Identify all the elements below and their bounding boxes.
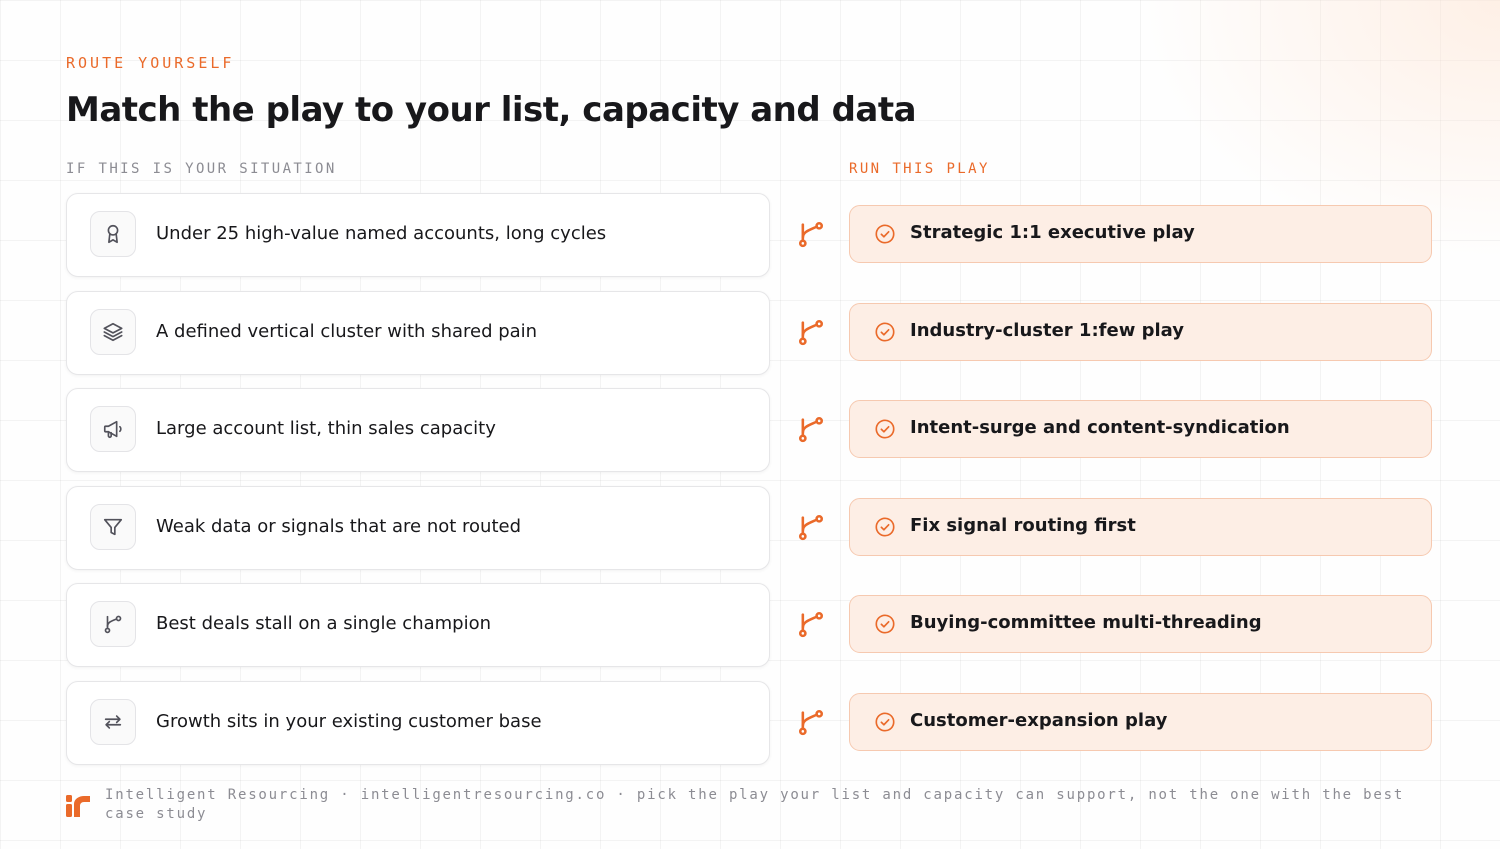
route-row: Large account list, thin sales capacity … xyxy=(0,388,1500,472)
situation-column-heading: IF THIS IS YOUR SITUATION xyxy=(66,161,337,177)
play-card: Fix signal routing first xyxy=(849,498,1432,556)
situation-card: Weak data or signals that are not routed xyxy=(66,486,770,570)
route-row: Best deals stall on a single champion Bu… xyxy=(0,583,1500,667)
route-row: Growth sits in your existing customer ba… xyxy=(0,681,1500,765)
situation-card: Best deals stall on a single champion xyxy=(66,583,770,667)
play-text: Industry-cluster 1:few play xyxy=(910,320,1184,341)
repeat-icon xyxy=(90,699,136,745)
check-circle-icon xyxy=(874,321,896,343)
check-circle-icon xyxy=(874,516,896,538)
check-circle-icon xyxy=(874,418,896,440)
situation-card: Growth sits in your existing customer ba… xyxy=(66,681,770,765)
branch-icon xyxy=(90,601,136,647)
route-row: Under 25 high-value named accounts, long… xyxy=(0,193,1500,277)
route-arrow-icon xyxy=(797,610,825,638)
situation-text: Best deals stall on a single champion xyxy=(156,613,492,634)
situation-text: Weak data or signals that are not routed xyxy=(156,516,522,537)
play-card: Intent-surge and content-syndication xyxy=(849,400,1432,458)
check-circle-icon xyxy=(874,711,896,733)
play-text: Buying-committee multi-threading xyxy=(910,612,1262,633)
footer-text: Intelligent Resourcing · intelligentreso… xyxy=(105,787,1405,822)
play-text: Fix signal routing first xyxy=(910,515,1136,536)
play-card: Buying-committee multi-threading xyxy=(849,595,1432,653)
play-text: Intent-surge and content-syndication xyxy=(910,417,1290,438)
route-arrow-icon xyxy=(797,708,825,736)
play-text: Customer-expansion play xyxy=(910,710,1168,731)
brand-logo-icon xyxy=(66,792,92,818)
route-row: Weak data or signals that are not routed… xyxy=(0,486,1500,570)
filter-icon xyxy=(90,504,136,550)
situation-card: Under 25 high-value named accounts, long… xyxy=(66,193,770,277)
play-card: Strategic 1:1 executive play xyxy=(849,205,1432,263)
play-card: Industry-cluster 1:few play xyxy=(849,303,1432,361)
play-column-heading: RUN THIS PLAY xyxy=(849,161,990,177)
situation-card: Large account list, thin sales capacity xyxy=(66,388,770,472)
route-arrow-icon xyxy=(797,513,825,541)
award-icon xyxy=(90,211,136,257)
situation-text: Under 25 high-value named accounts, long… xyxy=(156,223,607,244)
megaphone-icon xyxy=(90,406,136,452)
situation-text: A defined vertical cluster with shared p… xyxy=(156,321,538,342)
check-circle-icon xyxy=(874,223,896,245)
check-circle-icon xyxy=(874,613,896,635)
route-arrow-icon xyxy=(797,220,825,248)
page-title: Match the play to your list, capacity an… xyxy=(66,90,917,130)
eyebrow-label: ROUTE YOURSELF xyxy=(66,54,235,72)
situation-card: A defined vertical cluster with shared p… xyxy=(66,291,770,375)
layers-icon xyxy=(90,309,136,355)
play-card: Customer-expansion play xyxy=(849,693,1432,751)
situation-text: Growth sits in your existing customer ba… xyxy=(156,711,542,732)
route-arrow-icon xyxy=(797,318,825,346)
route-arrow-icon xyxy=(797,415,825,443)
play-text: Strategic 1:1 executive play xyxy=(910,222,1195,243)
route-row: A defined vertical cluster with shared p… xyxy=(0,291,1500,375)
situation-text: Large account list, thin sales capacity xyxy=(156,418,496,439)
